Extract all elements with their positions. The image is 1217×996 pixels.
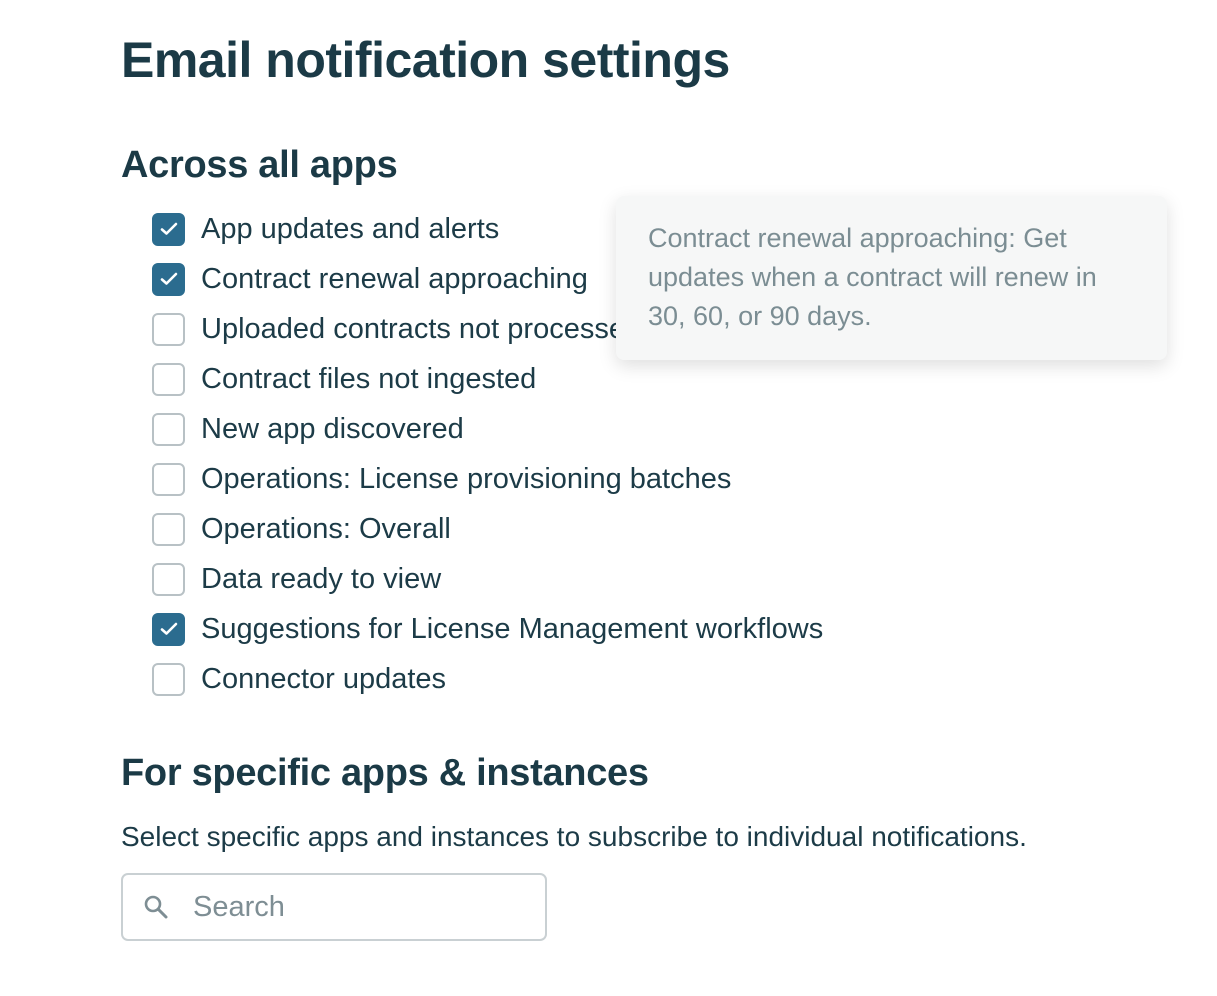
option-suggestions-for-license-management-workflows[interactable]: Suggestions for License Management workf… xyxy=(152,604,823,654)
option-contract-files-not-ingested[interactable]: Contract files not ingested xyxy=(152,354,823,404)
option-label: Suggestions for License Management workf… xyxy=(201,613,824,645)
specific-apps-description: Select specific apps and instances to su… xyxy=(121,821,1027,852)
option-label: New app discovered xyxy=(201,413,464,445)
checkbox[interactable] xyxy=(152,212,185,246)
checkbox[interactable] xyxy=(152,512,185,546)
checkmark-icon xyxy=(160,622,177,635)
option-label: Contract files not ingested xyxy=(201,363,537,395)
option-operations-overall[interactable]: Operations: Overall xyxy=(152,504,823,554)
checkbox[interactable] xyxy=(152,412,185,446)
checkbox[interactable] xyxy=(152,612,185,646)
option-label: Operations: License provisioning batches xyxy=(201,463,732,495)
option-label: App updates and alerts xyxy=(201,213,500,245)
search-box[interactable] xyxy=(121,873,547,941)
checkbox[interactable] xyxy=(152,312,185,346)
checkbox[interactable] xyxy=(152,662,185,696)
checkbox[interactable] xyxy=(152,362,185,396)
checkmark-icon xyxy=(160,222,177,235)
across-all-apps-heading: Across all apps xyxy=(121,144,398,186)
option-label: Operations: Overall xyxy=(201,513,451,545)
search-icon xyxy=(143,894,169,920)
option-label: Contract renewal approaching xyxy=(201,263,588,295)
option-label: Uploaded contracts not processed xyxy=(201,313,642,345)
contract-renewal-tooltip: Contract renewal approaching: Get update… xyxy=(616,196,1167,360)
checkbox[interactable] xyxy=(152,562,185,596)
option-label: Connector updates xyxy=(201,663,447,695)
checkbox[interactable] xyxy=(152,262,185,296)
option-data-ready-to-view[interactable]: Data ready to view xyxy=(152,554,823,604)
specific-apps-heading: For specific apps & instances xyxy=(121,752,649,794)
checkbox[interactable] xyxy=(152,462,185,496)
search-input[interactable] xyxy=(191,889,515,925)
page-title: Email notification settings xyxy=(121,32,730,88)
option-label: Data ready to view xyxy=(201,563,442,595)
option-operations-license-provisioning-batches[interactable]: Operations: License provisioning batches xyxy=(152,454,823,504)
option-connector-updates[interactable]: Connector updates xyxy=(152,654,823,704)
checkmark-icon xyxy=(160,272,177,285)
option-new-app-discovered[interactable]: New app discovered xyxy=(152,404,823,454)
